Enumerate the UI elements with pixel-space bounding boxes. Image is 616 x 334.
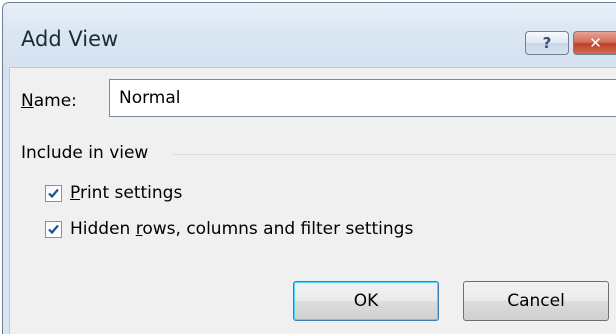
checkmark-icon — [48, 224, 59, 234]
print-settings-option[interactable]: Print settings — [45, 183, 182, 203]
question-mark-icon: ? — [542, 34, 552, 52]
include-in-view-label: Include in view — [21, 143, 157, 163]
print-settings-label: Print settings — [70, 183, 183, 203]
close-icon: ✕ — [589, 34, 602, 52]
name-label-accelerator: N — [21, 91, 34, 111]
ok-button[interactable]: OK — [293, 281, 439, 321]
name-label: Name: — [21, 91, 77, 111]
add-view-dialog: Add View ? ✕ Name: Normal Include in vie… — [2, 2, 616, 334]
cancel-button[interactable]: Cancel — [463, 281, 609, 321]
close-button[interactable]: ✕ — [573, 31, 616, 55]
checkmark-icon — [48, 188, 59, 198]
hidden-rows-option[interactable]: Hidden rows, columns and filter settings — [45, 219, 413, 239]
hidden-rows-label: Hidden rows, columns and filter settings — [70, 219, 414, 239]
dialog-title: Add View — [21, 27, 119, 51]
help-button[interactable]: ? — [525, 31, 569, 55]
name-label-rest: ame: — [33, 91, 77, 111]
print-settings-checkbox[interactable] — [45, 184, 62, 202]
name-input[interactable]: Normal — [109, 79, 616, 117]
group-divider — [173, 154, 616, 155]
hidden-rows-checkbox[interactable] — [45, 220, 62, 238]
